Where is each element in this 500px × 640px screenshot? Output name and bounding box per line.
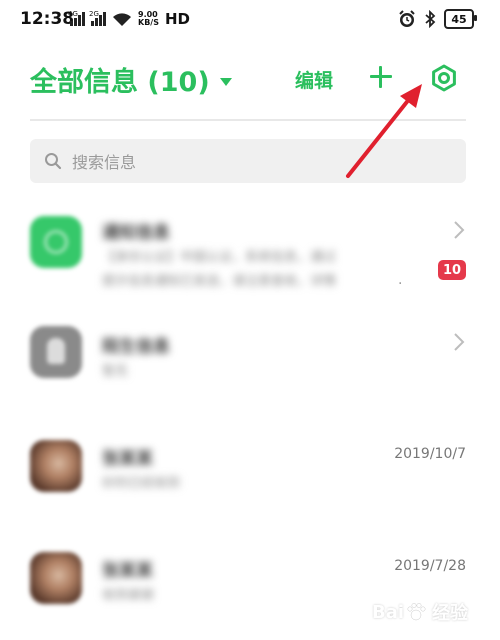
page-title: 全部信息 (10) [30,67,210,98]
conversation-item[interactable]: 通知信息 【身份认证】中国认证，系统信息，通过 提示信息通知已发送，请注意查收，… [0,212,500,302]
status-icons: 4G 2G 9.00 KB/S HD [68,10,190,28]
battery-icon: 45 [444,9,477,29]
chevron-down-icon [219,77,232,86]
conversation-preview: 暂无 [102,364,129,379]
conversation-preview: 【身份认证】中国认证，系统信息，通过 [102,250,337,265]
chevron-right-icon [454,221,465,239]
alarm-icon [399,10,415,27]
annotation-arrow [346,84,422,178]
search-icon [45,153,62,170]
search-placeholder: 搜索信息 [72,153,137,172]
conversation-name: 通知信息 [102,223,170,243]
avatar [30,440,82,492]
network-speed: 9.00 KB/S [138,10,159,27]
bluetooth-icon [425,10,436,28]
conversation-item[interactable]: 陌生信息 暂无 [0,322,500,412]
wifi-icon [113,12,131,26]
watermark-brand: Bai [372,601,405,623]
signal-2g-icon: 2G [89,10,106,26]
conversation-preview: 收到谢谢 [102,588,155,603]
status-time: 12:38 [20,9,75,29]
more-dots: . [398,272,403,288]
watermark-suffix: 经验 [432,603,469,624]
signal-4g-icon: 4G [68,10,85,26]
watermark: Bai 经验 [372,590,492,634]
conversation-name: 张某某 [102,561,153,581]
conversation-date: 2019/10/7 [394,446,466,462]
paw-icon [407,603,426,621]
folder-selector[interactable]: 全部信息 (10) [30,60,232,99]
status-bar: 12:38 4G 2G 9.00 KB/S HD 45 [0,0,500,40]
notification-icon [30,216,82,268]
contact-icon [30,326,82,378]
conversation-item[interactable]: 张某某 好的已经收到 2019/10/7 [0,436,500,526]
conversation-name: 陌生信息 [102,337,170,357]
hd-icon: HD [164,10,190,28]
conversation-date: 2019/7/28 [394,558,466,574]
conversation-preview: 提示信息通知已发送，请注意查收，详情 [102,274,337,289]
status-right: 45 [398,9,477,29]
conversation-preview: 好的已经收到 [102,476,181,491]
messages-screen: 12:38 4G 2G 9.00 KB/S HD 45 全部信息 (10) 编辑… [0,0,500,640]
conversation-name: 张某某 [102,449,153,469]
edit-button[interactable]: 编辑 [295,66,333,93]
chevron-right-icon [454,333,465,351]
unread-badge: 10 [438,260,466,280]
avatar [30,552,82,604]
